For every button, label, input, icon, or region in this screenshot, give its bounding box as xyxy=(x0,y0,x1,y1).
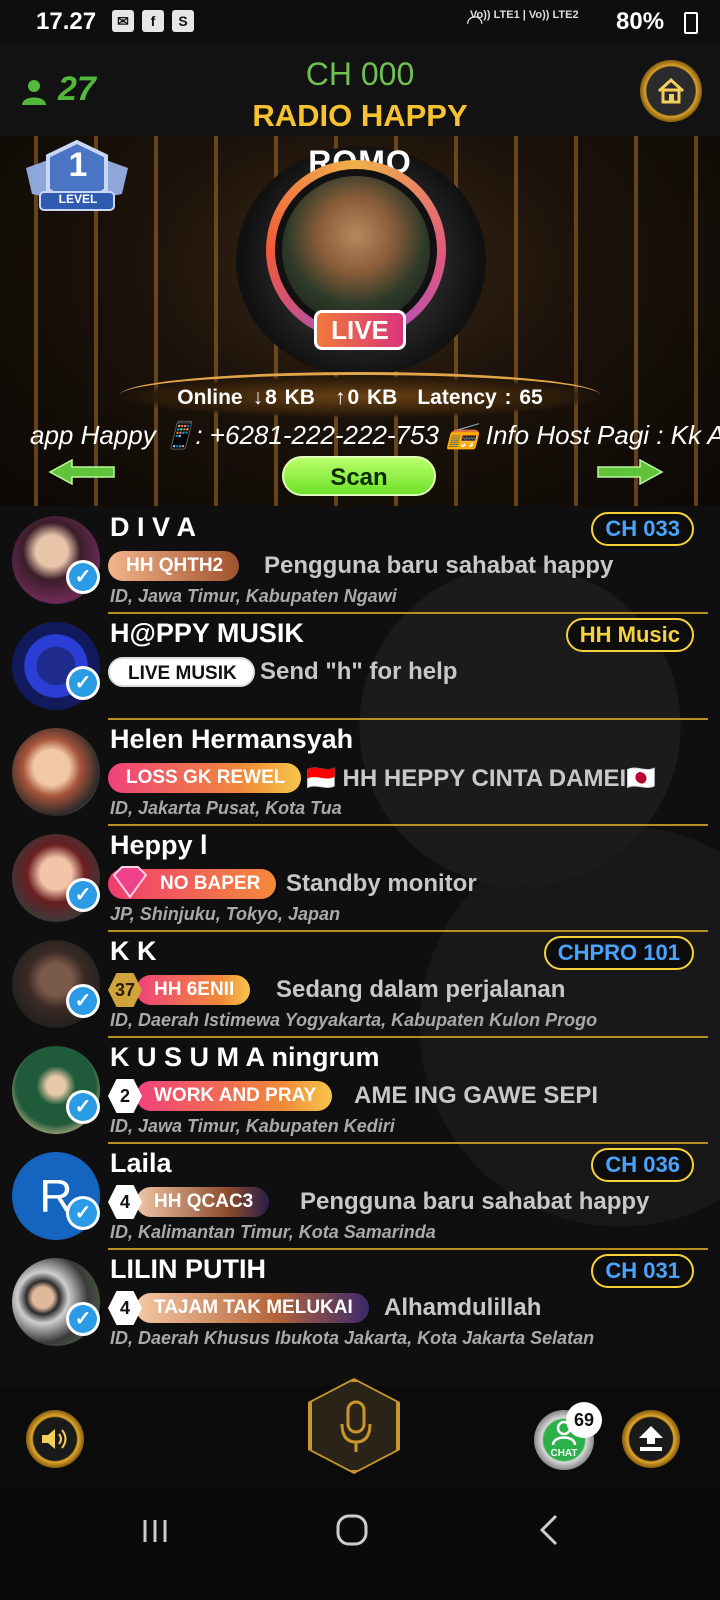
user-tag: HH QHTH2 xyxy=(108,551,240,581)
avatar xyxy=(12,728,100,816)
list-item[interactable]: ✓ H@PPY MUSIK HH Music LIVE MUSIK Send "… xyxy=(0,612,720,720)
user-location: ID, Jawa Timur, Kabupaten Ngawi xyxy=(110,586,397,606)
download-speed: 8 KB xyxy=(265,386,315,409)
channel-badge[interactable]: CH 031 xyxy=(591,1254,694,1288)
verified-icon: ✓ xyxy=(66,666,100,700)
verified-icon: ✓ xyxy=(66,1090,100,1124)
user-status: Sedang dalam perjalanan xyxy=(276,976,566,1003)
verified-icon: ✓ xyxy=(66,878,100,912)
level-label: LEVEL xyxy=(58,192,98,206)
channel-code: CH 000 xyxy=(305,56,415,92)
user-level: 2 xyxy=(108,1079,142,1113)
scan-button[interactable]: Scan xyxy=(282,456,436,496)
channel-badge[interactable]: CHPRO 101 xyxy=(543,936,694,970)
user-name: Heppy l xyxy=(110,830,208,860)
list-item[interactable]: ✓ LILIN PUTIH CH 031 4 TAJAM TAK MELUKAI… xyxy=(0,1248,720,1356)
user-level: 4 xyxy=(108,1185,142,1219)
channel-badge[interactable]: CH 033 xyxy=(591,512,694,546)
upload-icon xyxy=(639,1426,663,1451)
home-icon xyxy=(657,77,685,104)
speaker-icon xyxy=(42,1429,67,1449)
user-tag: HH QCAC3 xyxy=(136,1187,270,1217)
list-item[interactable]: Helen Hermansyah LOSS GK REWEL 🇮🇩 HH HEP… xyxy=(0,718,720,826)
verified-icon: ✓ xyxy=(66,1302,100,1336)
user-location: ID, Daerah Khusus Ibukota Jakarta, Kota … xyxy=(110,1328,595,1348)
upload-arrow-icon: ↑ xyxy=(334,386,346,409)
user-name: Helen Hermansyah xyxy=(110,724,354,754)
user-status: Standby monitor xyxy=(286,870,477,897)
user-tag: WORK AND PRAY xyxy=(136,1081,333,1111)
marquee-text: app Happy 📱: +6281-222-222-753 📻 Info Ho… xyxy=(30,420,720,450)
user-name: LILIN PUTIH xyxy=(110,1254,266,1284)
status-time: 17.27 xyxy=(36,8,97,35)
microphone-icon xyxy=(340,1400,372,1452)
user-status: 🇮🇩 HH HEPPY CINTA DAMEI🇯🇵 xyxy=(306,765,657,792)
user-level: 4 xyxy=(108,1291,142,1325)
microphone-button[interactable] xyxy=(310,1380,398,1472)
latency: Latency : 65 xyxy=(417,386,543,409)
speaker-button[interactable] xyxy=(26,1410,84,1468)
user-tag: LOSS GK REWEL xyxy=(108,763,302,793)
channel-badge[interactable]: CH 036 xyxy=(591,1148,694,1182)
chat-unread-badge: 69 xyxy=(566,1402,602,1438)
user-status: Alhamdulillah xyxy=(384,1294,542,1321)
user-list[interactable]: ✓ D I V A CH 033 HH QHTH2 Pengguna baru … xyxy=(0,506,720,1386)
user-tag: HH 6ENII xyxy=(136,975,251,1005)
chat-label: CHAT xyxy=(550,1448,578,1459)
message-icon: ✉ xyxy=(112,10,134,32)
user-status: Pengguna baru sahabat happy xyxy=(300,1188,650,1215)
user-location: ID, Kalimantan Timur, Kota Samarinda xyxy=(110,1222,436,1242)
list-item[interactable]: ✓ K U S U M A ningrum 2 WORK AND PRAY AM… xyxy=(0,1036,720,1144)
verified-icon: ✓ xyxy=(66,1196,100,1230)
user-name: K U S U M A ningrum xyxy=(110,1042,380,1072)
user-location: ID, Jawa Timur, Kabupaten Kediri xyxy=(110,1116,395,1136)
network-status: Vo)) LTE1 | Vo)) LTE2 xyxy=(470,9,579,21)
battery-level: 80% xyxy=(616,8,665,35)
channel-name: RADIO HAPPY xyxy=(252,98,468,133)
upload-speed: 0 KB xyxy=(347,386,398,409)
user-status: AME ING GAWE SEPI xyxy=(354,1082,599,1109)
diamond-icon xyxy=(112,866,148,899)
download-arrow-icon: ↓ xyxy=(252,386,264,409)
home-button[interactable] xyxy=(640,60,702,122)
list-item[interactable]: ✓ D I V A CH 033 HH QHTH2 Pengguna baru … xyxy=(0,506,720,614)
user-name: K K xyxy=(110,936,157,966)
right-arrow-icon[interactable] xyxy=(596,458,664,486)
left-arrow-icon[interactable] xyxy=(48,458,116,486)
user-name: Laila xyxy=(110,1148,172,1178)
user-name: H@PPY MUSIK xyxy=(110,618,304,648)
verified-icon: ✓ xyxy=(66,984,100,1018)
list-item[interactable]: ✓ Heppy l NO BAPER Standby monitor JP, S… xyxy=(0,824,720,932)
list-item[interactable]: ✓ K K CHPRO 101 37 HH 6ENII Sedang dalam… xyxy=(0,930,720,1038)
stream-stats: Online ↓8 KB ↑0 KB Latency : 65 xyxy=(0,386,720,410)
online-status: Online xyxy=(177,386,243,409)
back-icon[interactable] xyxy=(534,1512,564,1548)
user-location: JP, Shinjuku, Tokyo, Japan xyxy=(110,904,341,924)
channel-badge[interactable]: HH Music xyxy=(565,618,694,652)
live-badge: LIVE xyxy=(314,310,406,350)
user-location: ID, Jakarta Pusat, Kota Tua xyxy=(110,798,342,818)
status-bar: 17.27 ✉ f S ◠ Vo)) LTE1 | Vo)) LTE2 80% xyxy=(0,0,720,44)
upload-button[interactable] xyxy=(622,1410,680,1468)
facebook-icon: f xyxy=(142,10,164,32)
battery-icon xyxy=(684,12,698,34)
user-name: D I V A xyxy=(110,512,197,542)
shopping-icon: S xyxy=(172,10,194,32)
user-tag: NO BAPER xyxy=(108,866,277,899)
user-level: 37 xyxy=(108,973,142,1007)
marquee: app Happy 📱: +6281-222-222-753 📻 Info Ho… xyxy=(0,418,720,458)
host-avatar xyxy=(282,176,430,324)
list-item[interactable]: R ✓ Laila CH 036 4 HH QCAC3 Pengguna bar… xyxy=(0,1142,720,1250)
user-tag: LIVE MUSIK xyxy=(108,657,255,687)
user-tag: TAJAM TAK MELUKAI xyxy=(136,1293,369,1323)
recents-icon[interactable] xyxy=(140,1516,170,1546)
system-navigation-bar xyxy=(0,1486,720,1600)
user-location: ID, Daerah Istimewa Yogyakarta, Kabupate… xyxy=(110,1010,598,1030)
verified-icon: ✓ xyxy=(66,560,100,594)
user-status: Send "h" for help xyxy=(260,658,458,685)
user-status: Pengguna baru sahabat happy xyxy=(264,552,614,579)
home-nav-icon[interactable] xyxy=(334,1512,370,1548)
user-tag-label: NO BAPER xyxy=(160,873,261,894)
